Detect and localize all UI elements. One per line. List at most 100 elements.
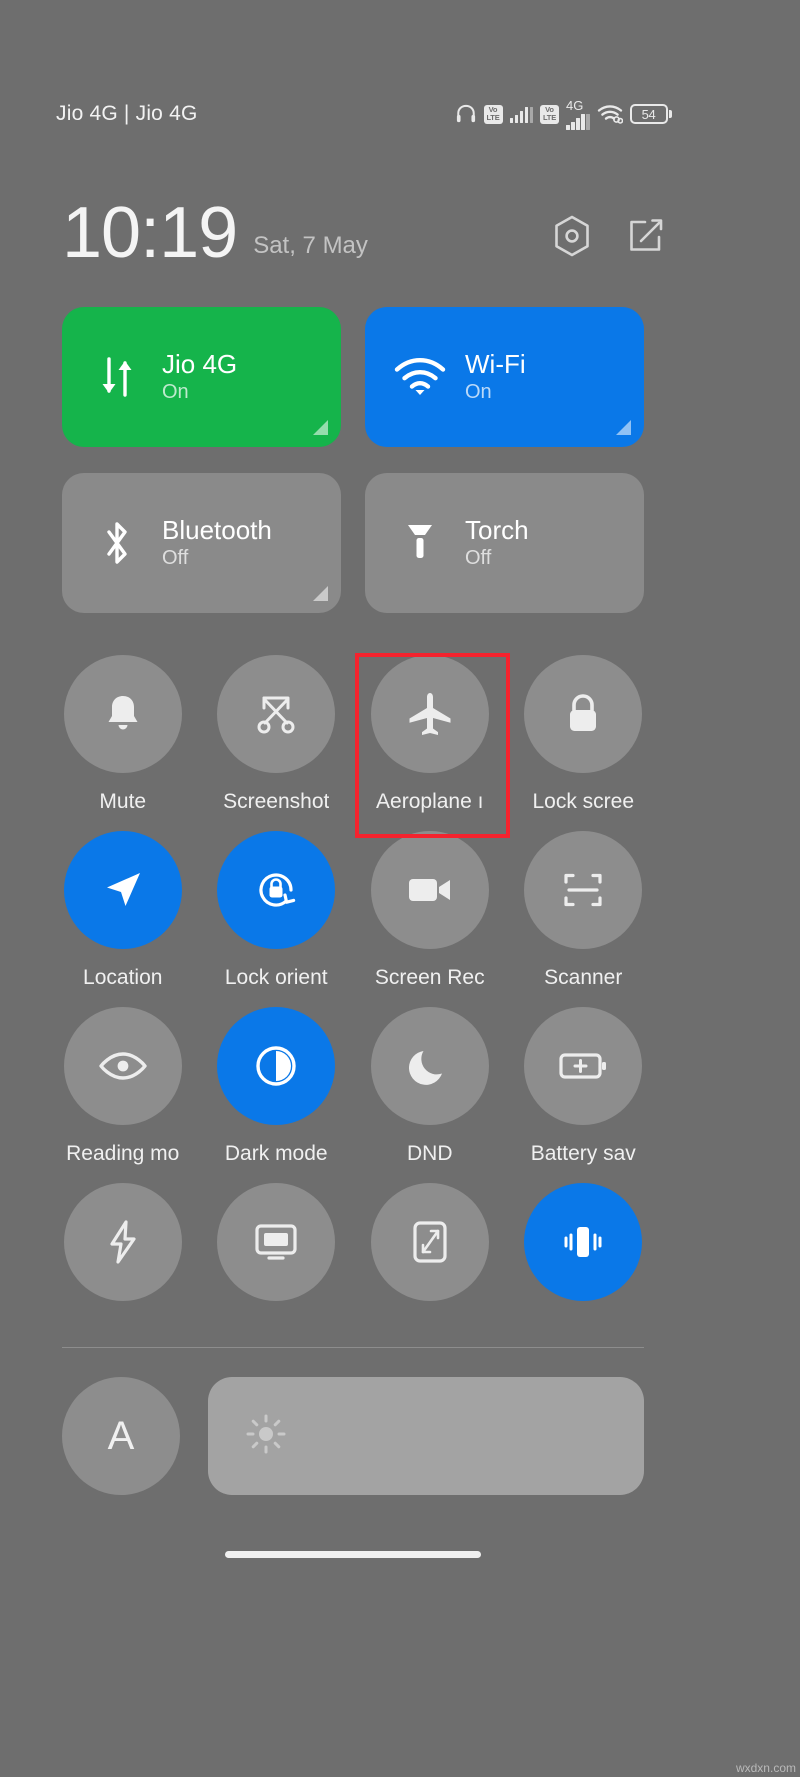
tile-state: Off	[162, 547, 189, 569]
bluetooth-icon	[90, 519, 144, 567]
panel-divider	[62, 1347, 644, 1348]
tile-state: On	[162, 381, 189, 403]
toggle-label: Dark mode	[224, 1142, 328, 1165]
toggle-label: Scanner	[544, 966, 623, 989]
flashlight-icon	[393, 519, 447, 567]
toggle-lock-screen[interactable]: Lock scree	[507, 655, 661, 815]
watermark: wxdxn.com	[735, 1761, 796, 1775]
expand-screen-icon	[370, 1183, 489, 1301]
toggle-row-3: Reading mo Dark mode DND Battery sav	[46, 1007, 660, 1167]
volte-icon-2: Vo LTE	[540, 104, 559, 124]
signal-bars-icon-2	[566, 113, 590, 130]
toggle-label: Reading mo	[66, 1142, 180, 1165]
clock-date: Sat, 7 May	[253, 232, 368, 259]
volte-icon: Vo LTE	[483, 104, 503, 124]
clock-time: 10:19	[62, 193, 238, 273]
toggle-row-1: Mute Screenshot Aeroplane ı Lock scree	[46, 655, 660, 815]
aeroplane-icon	[370, 655, 489, 773]
clock-header: 10:19 Sat, 7 May	[0, 178, 706, 270]
hexagon-settings-icon[interactable]	[552, 214, 592, 258]
network-label: 4G	[566, 97, 584, 113]
toggle-scanner[interactable]: Scanner	[507, 831, 661, 991]
mobile-data-icon	[90, 353, 144, 401]
battery-level: 54	[629, 104, 668, 124]
video-camera-icon	[370, 831, 489, 949]
toggle-mute[interactable]: Mute	[46, 655, 200, 815]
toggle-vibrate[interactable]	[507, 1183, 661, 1317]
toggle-label: Aeroplane ı	[376, 790, 484, 813]
toggle-reading-mode[interactable]: Reading mo	[46, 1007, 200, 1167]
cast-screen-icon	[217, 1183, 336, 1301]
auto-brightness-label: A	[107, 1413, 135, 1458]
signal-bars-icon	[509, 106, 533, 123]
toggle-label: DND	[407, 1142, 453, 1165]
lock-rotation-icon	[217, 831, 336, 949]
eye-icon	[63, 1007, 182, 1125]
auto-brightness-button[interactable]: A	[62, 1377, 180, 1495]
network-type-group: 4G	[566, 99, 590, 130]
tile-title: Torch	[465, 515, 529, 545]
toggle-battery-saver[interactable]: Battery sav	[507, 1007, 661, 1167]
scan-frame-icon	[524, 831, 643, 949]
toggle-label: Screen Rec	[374, 966, 485, 989]
vibrate-icon	[524, 1183, 643, 1301]
headphone-icon	[455, 104, 477, 124]
brightness-row: A	[62, 1376, 644, 1496]
toggle-lock-orientation[interactable]: Lock orient	[200, 831, 354, 991]
toggle-grid: Mute Screenshot Aeroplane ı Lock scree L…	[46, 655, 660, 1317]
toggle-power-boost[interactable]	[46, 1183, 200, 1317]
tile-torch[interactable]: Torch Off	[365, 473, 644, 613]
quick-settings-screen: Jio 4G | Jio 4G Vo LTE Vo LTE 4G 54 10:1…	[0, 0, 800, 1777]
wifi-tethering-icon	[597, 104, 623, 124]
toggle-label: Location	[83, 966, 163, 989]
right-gutter	[706, 0, 800, 1777]
contrast-icon	[217, 1007, 336, 1125]
lock-icon	[524, 655, 643, 773]
lightning-bolt-icon	[63, 1183, 182, 1301]
brightness-slider[interactable]	[208, 1377, 644, 1495]
toggle-screenshot[interactable]: Screenshot	[200, 655, 354, 815]
tile-bluetooth[interactable]: Bluetooth Off	[62, 473, 341, 613]
scissors-icon	[217, 655, 336, 773]
big-tiles-grid: Jio 4G On Wi-Fi On Bluetooth Off Torch O…	[62, 307, 644, 613]
battery-icon: 54	[629, 104, 672, 124]
home-gesture-pill[interactable]	[225, 1550, 481, 1558]
toggle-label: Battery sav	[530, 1142, 636, 1165]
toggle-screen-recorder[interactable]: Screen Rec	[353, 831, 507, 991]
toggle-cast[interactable]	[200, 1183, 354, 1317]
toggle-expand-screen[interactable]	[353, 1183, 507, 1317]
moon-icon	[370, 1007, 489, 1125]
toggle-label: Mute	[99, 790, 147, 813]
bottom-gutter	[0, 1570, 800, 1777]
battery-tip	[669, 110, 672, 118]
toggle-location[interactable]: Location	[46, 831, 200, 991]
bell-icon	[63, 655, 182, 773]
carrier-label: Jio 4G | Jio 4G	[56, 102, 198, 125]
tile-state: Off	[465, 547, 492, 569]
tile-title: Bluetooth	[162, 515, 272, 545]
status-bar: Jio 4G | Jio 4G Vo LTE Vo LTE 4G 54	[0, 92, 706, 136]
toggle-dark-mode[interactable]: Dark mode	[200, 1007, 354, 1167]
tile-mobile-data[interactable]: Jio 4G On	[62, 307, 341, 447]
tile-state: On	[465, 381, 492, 403]
toggle-dnd[interactable]: DND	[353, 1007, 507, 1167]
sun-icon	[244, 1412, 288, 1461]
tile-title: Wi-Fi	[465, 349, 526, 379]
battery-plus-icon	[524, 1007, 643, 1125]
edit-square-icon[interactable]	[626, 216, 666, 256]
toggle-row-4	[46, 1183, 660, 1317]
phone-panel: Jio 4G | Jio 4G Vo LTE Vo LTE 4G 54 10:1…	[0, 0, 706, 1570]
tile-expand-corner[interactable]	[616, 420, 631, 435]
toggle-label: Screenshot	[223, 790, 330, 813]
tile-expand-corner[interactable]	[313, 586, 328, 601]
toggle-row-2: Location Lock orient Screen Rec Scanner	[46, 831, 660, 991]
tile-title: Jio 4G	[162, 349, 238, 379]
status-bar-icons: Vo LTE Vo LTE 4G 54	[455, 99, 672, 130]
tile-expand-corner[interactable]	[313, 420, 328, 435]
wifi-icon	[393, 357, 447, 397]
tile-wifi[interactable]: Wi-Fi On	[365, 307, 644, 447]
toggle-aeroplane-mode[interactable]: Aeroplane ı	[353, 655, 507, 815]
toggle-label: Lock scree	[532, 790, 635, 813]
toggle-label: Lock orient	[224, 966, 328, 989]
header-actions	[552, 214, 666, 258]
